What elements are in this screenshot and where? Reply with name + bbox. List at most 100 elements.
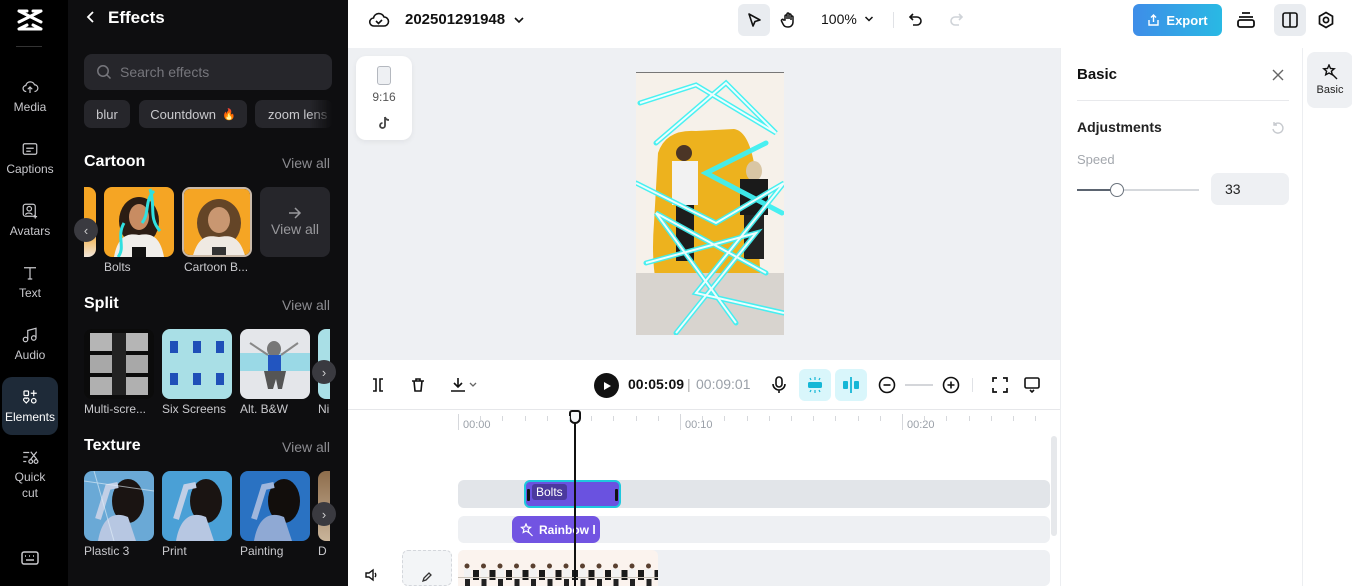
- cloud-saved-icon[interactable]: [368, 10, 390, 30]
- chevron-down-icon: [514, 17, 524, 24]
- view-all-texture[interactable]: View all: [282, 439, 330, 455]
- speed-slider[interactable]: [1077, 181, 1199, 199]
- ruler-minor-tick: [946, 416, 947, 421]
- download-menu-button[interactable]: [444, 371, 484, 399]
- quick-cut-icon: [23, 450, 39, 464]
- chip-blur[interactable]: blur: [84, 100, 130, 128]
- play-button[interactable]: [594, 373, 619, 398]
- record-voice-button[interactable]: [765, 371, 793, 399]
- view-all-tile-cartoon[interactable]: View all: [260, 187, 330, 257]
- arrow-right-icon: [289, 207, 302, 219]
- select-tool-button[interactable]: [738, 4, 770, 36]
- search-input[interactable]: [120, 64, 310, 80]
- linkage-icon: [843, 377, 859, 393]
- chip-zoom-lens[interactable]: zoom lens: [255, 100, 333, 128]
- left-rail: Media Captions Avatars Text Audio Elemen…: [0, 0, 68, 586]
- playhead-handle[interactable]: [569, 410, 581, 424]
- ruler-minor-tick: [525, 416, 526, 421]
- timeline-zoom-slider[interactable]: [905, 384, 933, 386]
- slider-thumb[interactable]: [1110, 183, 1124, 197]
- chevron-left-icon: ‹: [83, 222, 89, 238]
- ruler-label: 00:10: [685, 419, 713, 431]
- delete-button[interactable]: [404, 371, 432, 399]
- speaker-icon: [365, 568, 377, 582]
- cover-edit-button[interactable]: [402, 550, 452, 586]
- clip-bolts[interactable]: Bolts: [524, 480, 621, 508]
- pencil-icon: [421, 572, 432, 583]
- ruler-major-tick: [902, 414, 903, 430]
- rail-item-audio[interactable]: Audio: [2, 315, 58, 373]
- section-title-cartoon: Cartoon: [84, 153, 146, 170]
- search-box[interactable]: [84, 54, 332, 90]
- mute-track-button[interactable]: [364, 568, 380, 587]
- export-button[interactable]: Export: [1133, 4, 1222, 36]
- video-clip-filmstrip[interactable]: [458, 550, 658, 586]
- rail-item-quick-cut[interactable]: Quick cut: [2, 441, 58, 507]
- fullscreen-button[interactable]: [986, 371, 1014, 399]
- trim-handle-right[interactable]: [615, 489, 618, 501]
- undo-button[interactable]: [900, 4, 932, 36]
- effect-thumb-painting[interactable]: [240, 471, 310, 541]
- minus-circle-icon: [878, 376, 896, 394]
- trim-handle-left[interactable]: [527, 489, 530, 501]
- carousel-next-texture[interactable]: ›: [312, 502, 336, 526]
- effect-thumb-alt-bw[interactable]: [240, 329, 310, 399]
- layout-toggle-button[interactable]: [1274, 4, 1306, 36]
- zoom-in-button[interactable]: [937, 371, 965, 399]
- carousel-next-split[interactable]: ›: [312, 360, 336, 384]
- playhead[interactable]: [574, 410, 576, 586]
- project-name[interactable]: 202501291948: [405, 11, 505, 28]
- main-track-magnet-toggle[interactable]: [835, 369, 867, 401]
- ruler-label: 00:00: [463, 419, 491, 431]
- hand-tool-button[interactable]: [773, 4, 805, 36]
- avatar-icon: [22, 203, 38, 218]
- ruler-minor-tick: [702, 416, 703, 421]
- effect-thumb-print[interactable]: [162, 471, 232, 541]
- rail-item-media[interactable]: Media: [2, 67, 58, 125]
- rail-item-captions[interactable]: Captions: [2, 129, 58, 187]
- chip-countdown[interactable]: Countdown 🔥: [139, 100, 247, 128]
- auto-snap-toggle[interactable]: [799, 369, 831, 401]
- effect-thumb-multi-screen[interactable]: [84, 329, 154, 399]
- close-panel-button[interactable]: [1271, 68, 1285, 87]
- rail-item-elements[interactable]: Elements: [2, 377, 58, 435]
- speed-value-input[interactable]: 33: [1211, 173, 1289, 205]
- section-title-texture: Texture: [84, 437, 141, 454]
- effect-thumb-six-screens[interactable]: [162, 329, 232, 399]
- aspect-ratio-selector[interactable]: 9:16: [356, 56, 412, 140]
- keyboard-shortcuts-button[interactable]: [20, 549, 40, 567]
- reset-button[interactable]: [1271, 121, 1285, 140]
- preview-toggle-button[interactable]: [1018, 371, 1046, 399]
- download-icon: [451, 378, 465, 392]
- panel-divider: [1077, 100, 1289, 101]
- timeline-scrollbar[interactable]: [1051, 436, 1057, 536]
- fullscreen-icon: [992, 377, 1008, 393]
- video-preview[interactable]: [636, 72, 784, 335]
- layers-button[interactable]: [1230, 4, 1262, 36]
- rail-item-text[interactable]: Text: [2, 253, 58, 311]
- split-clip-button[interactable]: [364, 371, 392, 399]
- capcut-logo[interactable]: [16, 8, 44, 32]
- rail-item-avatars[interactable]: Avatars: [2, 191, 58, 249]
- music-note-icon: [22, 326, 37, 342]
- zoom-level-dropdown[interactable]: 100%: [821, 11, 874, 27]
- project-menu-chevron[interactable]: [513, 13, 525, 31]
- tab-basic[interactable]: Basic: [1307, 52, 1352, 108]
- clip-rainbow[interactable]: Rainbow l: [512, 516, 600, 543]
- effect-label-partial-texture: D: [318, 544, 327, 558]
- ruler-minor-tick: [1035, 416, 1036, 421]
- view-all-cartoon[interactable]: View all: [282, 155, 330, 171]
- effect-thumb-cartoon-b[interactable]: [182, 187, 252, 257]
- ruler-minor-tick: [480, 416, 481, 421]
- effect-label-multi-screen: Multi-scre...: [84, 402, 147, 416]
- settings-button[interactable]: [1310, 4, 1342, 36]
- zoom-out-button[interactable]: [873, 371, 901, 399]
- effect-label-bolts: Bolts: [104, 260, 131, 274]
- redo-button[interactable]: [940, 4, 972, 36]
- effect-thumb-bolts[interactable]: [104, 187, 174, 257]
- back-button[interactable]: [86, 10, 100, 26]
- monitor-icon: [1024, 377, 1040, 393]
- view-all-split[interactable]: View all: [282, 297, 330, 313]
- effect-thumb-plastic-3[interactable]: [84, 471, 154, 541]
- carousel-prev-cartoon[interactable]: ‹: [74, 218, 98, 242]
